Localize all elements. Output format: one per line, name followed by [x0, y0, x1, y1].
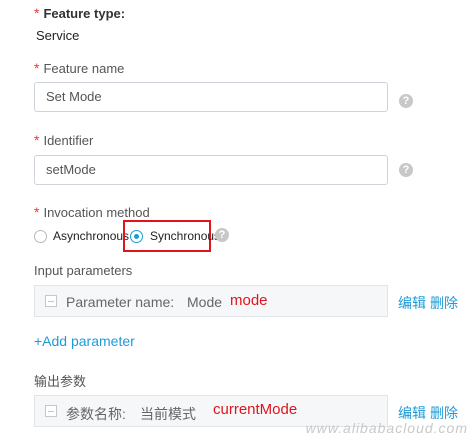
- output-parameters-label: 输出参数: [34, 374, 87, 389]
- feature-name-help-icon[interactable]: ?: [399, 94, 413, 108]
- identifier-help-icon[interactable]: ?: [399, 163, 413, 177]
- required-asterisk: *: [34, 60, 40, 76]
- input-parameter-row: Parameter name: Mode mode: [34, 285, 388, 317]
- identifier-label: * Identifier: [34, 132, 94, 148]
- feature-type-label: * Feature type:: [34, 5, 126, 21]
- parameter-identifier: mode: [230, 292, 268, 309]
- output-parameter-prefix: 参数名称:: [66, 406, 126, 422]
- add-parameter-link[interactable]: +Add parameter: [34, 333, 135, 349]
- asynchronous-label[interactable]: Asynchronous: [53, 229, 129, 243]
- radio-synchronous[interactable]: [130, 230, 143, 243]
- input-parameter-edit-link[interactable]: 编辑: [398, 293, 426, 313]
- required-asterisk: *: [34, 5, 40, 21]
- feature-name-input[interactable]: Set Mode: [34, 82, 388, 112]
- input-parameters-label: Input parameters: [34, 263, 133, 278]
- synchronous-label[interactable]: Synchronous: [150, 229, 220, 243]
- identifier-input[interactable]: setMode: [34, 155, 388, 185]
- required-asterisk: *: [34, 204, 40, 220]
- input-parameter-checkbox[interactable]: [45, 295, 57, 307]
- watermark: www.alibabacloud.com: [305, 420, 468, 436]
- radio-asynchronous[interactable]: [34, 230, 47, 243]
- required-asterisk: *: [34, 132, 40, 148]
- invocation-help-icon[interactable]: ?: [215, 228, 229, 242]
- feature-type-value: Service: [36, 28, 80, 43]
- output-parameter-checkbox[interactable]: [45, 405, 57, 417]
- output-parameter-name: 当前模式: [140, 406, 196, 422]
- output-parameter-identifier: currentMode: [213, 401, 298, 418]
- feature-name-label: * Feature name: [34, 60, 125, 76]
- input-parameter-delete-link[interactable]: 删除: [430, 293, 458, 313]
- parameter-name-prefix: Parameter name:: [66, 294, 175, 310]
- parameter-name-value: Mode: [187, 294, 223, 310]
